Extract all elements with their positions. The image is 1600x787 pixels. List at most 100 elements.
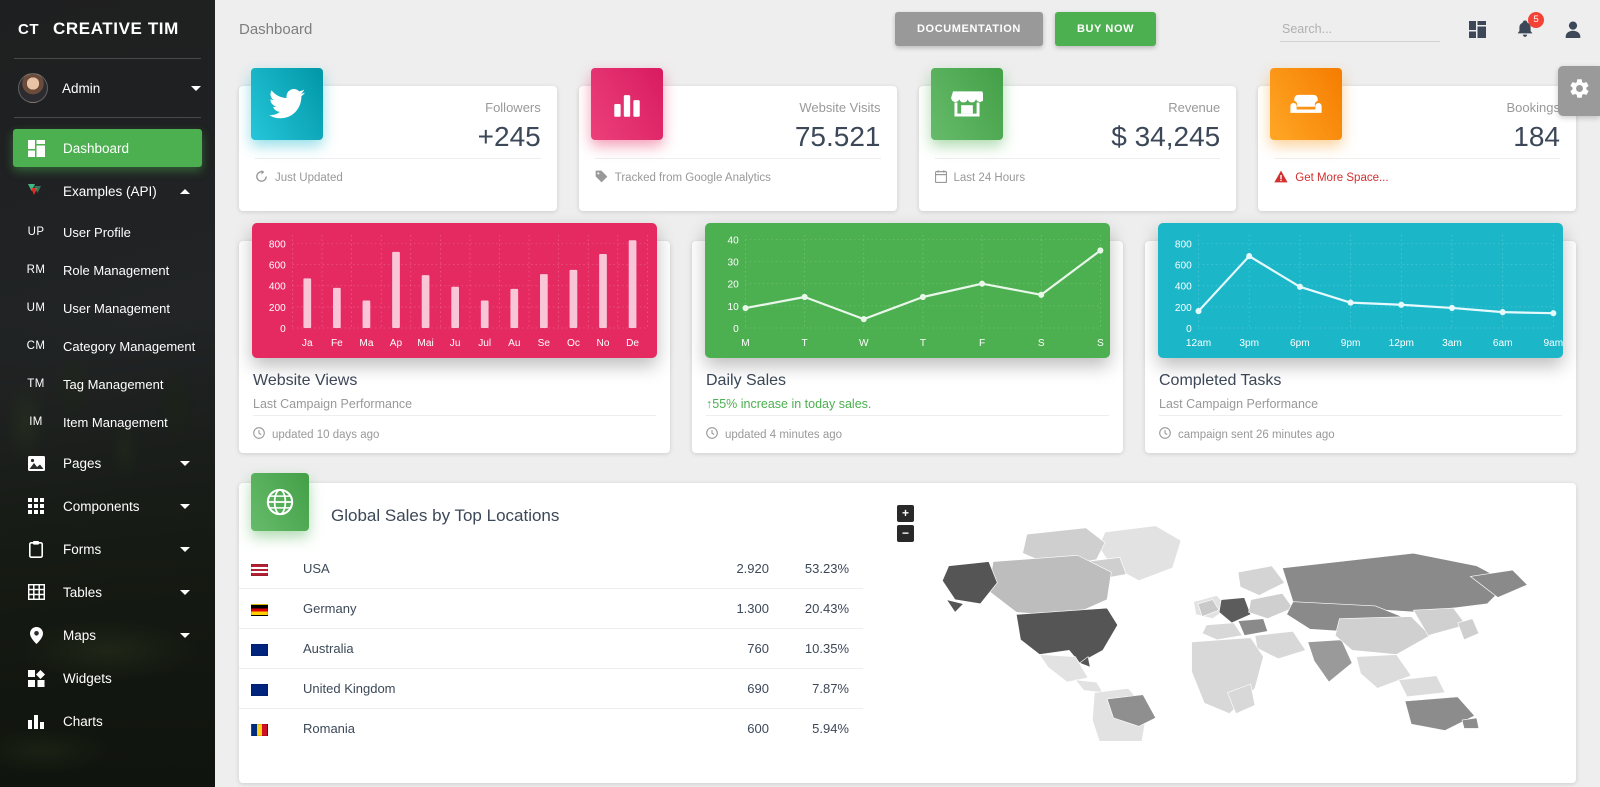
table-grid-icon (25, 584, 47, 600)
global-sales-title: Global Sales by Top Locations (331, 506, 560, 525)
sidebar-item-maps[interactable]: Maps (13, 616, 202, 654)
sidebar: CT CREATIVE TIM Admin Dashboard Examples… (0, 0, 215, 787)
svg-text:400: 400 (1175, 282, 1192, 293)
sidebar-item-tables[interactable]: Tables (13, 573, 202, 611)
flag-cell (239, 628, 295, 669)
sidebar-item-item-management[interactable]: IM Item Management (13, 405, 202, 439)
world-map[interactable] (879, 491, 1576, 741)
documentation-button[interactable]: DOCUMENTATION (895, 12, 1043, 46)
sidebar-nav: Dashboard Examples (API) UP User Profile (0, 118, 215, 740)
clipboard-icon (25, 540, 47, 558)
warning-icon (1274, 170, 1288, 186)
twitter-icon (251, 68, 323, 140)
au-flag (251, 643, 268, 656)
apps-grid-icon[interactable] (1466, 18, 1488, 40)
clock-icon (1159, 427, 1171, 442)
country-cell: USA (303, 561, 330, 576)
sales-cell: 760 (687, 628, 777, 669)
svg-text:9am: 9am (1544, 338, 1563, 349)
svg-text:200: 200 (1175, 303, 1192, 314)
chart-icon (25, 713, 47, 729)
sidebar-item-tag-management[interactable]: TM Tag Management (13, 367, 202, 401)
chart-subtitle: ↑55% increase in today sales. (706, 397, 1109, 411)
sidebar-item-label: Widgets (63, 670, 112, 686)
table-row[interactable]: United Kingdom 690 7.87% (239, 668, 863, 709)
country-cell: Germany (295, 588, 687, 629)
table-row[interactable]: Australia 760 10.35% (239, 628, 863, 669)
completed-tasks-chart[interactable]: 0 200 400 600 800 12am 3pm 6pm 9pm 12pm 3am 6am 9am (1158, 223, 1563, 358)
us-flag (251, 563, 268, 576)
svg-text:400: 400 (269, 282, 286, 293)
chart-card-daily-sales: 0 10 20 30 40 M T W T F S S Daily Sales ↑55% increa… (692, 223, 1123, 453)
svg-text:800: 800 (1175, 239, 1192, 250)
stat-card-website-visits: Website Visits 75.521 Tracked from Googl… (578, 68, 897, 211)
svg-text:0: 0 (1186, 324, 1192, 335)
sidebar-item-label: Forms (63, 541, 102, 557)
chevron-down-icon (180, 589, 190, 595)
chevron-down-icon (180, 546, 190, 552)
svg-text:Oc: Oc (567, 338, 580, 349)
table-row[interactable]: Romania 600 5.94% (239, 708, 863, 748)
sidebar-item-charts[interactable]: Charts (13, 702, 202, 740)
chart-card-website-views: 0 200 400 600 800 Ja Fe Ma Ap Mai Ju Jul Au Se Oc No De … (239, 223, 670, 453)
stat-footer-text: Just Updated (275, 171, 343, 184)
svg-text:0: 0 (733, 324, 739, 335)
sidebar-item-components[interactable]: Components (13, 487, 202, 525)
sidebar-item-forms[interactable]: Forms (13, 530, 202, 568)
sidebar-item-category-management[interactable]: CM Category Management (13, 329, 202, 363)
chevron-down-icon (180, 460, 190, 466)
sidebar-item-role-management[interactable]: RM Role Management (13, 253, 202, 287)
map-pin-icon (25, 626, 47, 644)
ro-flag (251, 723, 268, 736)
flag-cell (239, 668, 295, 709)
country-cell: Australia (295, 628, 687, 669)
bar-chart-icon (590, 68, 663, 140)
search-input[interactable] (1280, 16, 1440, 42)
vue-laravel-logo-icon (25, 182, 47, 200)
flag-cell (239, 708, 295, 748)
store-icon (930, 68, 1003, 140)
topbar-right: 5 (1280, 0, 1584, 58)
svg-text:T: T (920, 338, 927, 349)
settings-gear-button[interactable] (1558, 66, 1600, 116)
map-zoom-out-button[interactable]: − (897, 525, 914, 542)
sidebar-item-mini: TM (27, 378, 45, 390)
sidebar-item-examples-api[interactable]: Examples (API) (13, 172, 202, 210)
svg-text:6pm: 6pm (1290, 338, 1310, 349)
chart-title: Website Views (253, 372, 358, 389)
svg-text:Au: Au (508, 338, 521, 349)
svg-text:Se: Se (538, 338, 551, 349)
sofa-icon (1270, 68, 1343, 140)
stat-card-revenue: Revenue $ 34,245 Last 24 Hours (918, 68, 1237, 211)
svg-text:9pm: 9pm (1341, 338, 1361, 349)
calendar-icon (934, 169, 947, 186)
tag-icon (595, 170, 608, 186)
daily-sales-chart[interactable]: 0 10 20 30 40 M T W T F S S (705, 223, 1110, 358)
user-menu-toggle[interactable]: Admin (0, 59, 215, 117)
svg-text:S: S (1038, 338, 1045, 349)
chart-card-completed-tasks: 0 200 400 600 800 12am 3pm 6pm 9pm 12pm 3am 6am 9am … (1145, 223, 1576, 453)
table-row[interactable]: Germany 1.300 20.43% (239, 588, 863, 629)
table-row[interactable]: USA 2.920 53.23% (239, 549, 863, 589)
brand-mark: CT (18, 20, 39, 38)
person-icon[interactable] (1562, 18, 1584, 40)
brand-logo[interactable]: CT CREATIVE TIM (0, 0, 215, 58)
sidebar-item-user-management[interactable]: UM User Management (13, 291, 202, 325)
stat-card-followers: Followers +245 Just Updated (239, 68, 557, 211)
sidebar-item-label: Maps (63, 627, 97, 643)
dashboard-grid-icon (25, 139, 47, 157)
sidebar-item-mini: UM (26, 302, 46, 314)
sidebar-item-user-profile[interactable]: UP User Profile (13, 215, 202, 249)
sidebar-item-pages[interactable]: Pages (13, 444, 202, 482)
sidebar-item-dashboard[interactable]: Dashboard (13, 129, 202, 167)
buy-now-button[interactable]: BUY NOW (1054, 12, 1157, 46)
bell-icon[interactable]: 5 (1514, 12, 1544, 40)
sidebar-item-mini: UP (27, 226, 45, 238)
svg-text:600: 600 (1175, 260, 1192, 271)
sidebar-item-widgets[interactable]: Widgets (13, 659, 202, 697)
clock-icon (253, 427, 265, 442)
map-zoom-in-button[interactable]: + (897, 505, 914, 522)
stat-card-bookings: Bookings 184 Get More Space... (1258, 68, 1576, 211)
brand-name: CREATIVE TIM (53, 19, 179, 38)
website-views-chart[interactable]: 0 200 400 600 800 Ja Fe Ma Ap Mai Ju Jul Au Se Oc No De (252, 223, 657, 358)
